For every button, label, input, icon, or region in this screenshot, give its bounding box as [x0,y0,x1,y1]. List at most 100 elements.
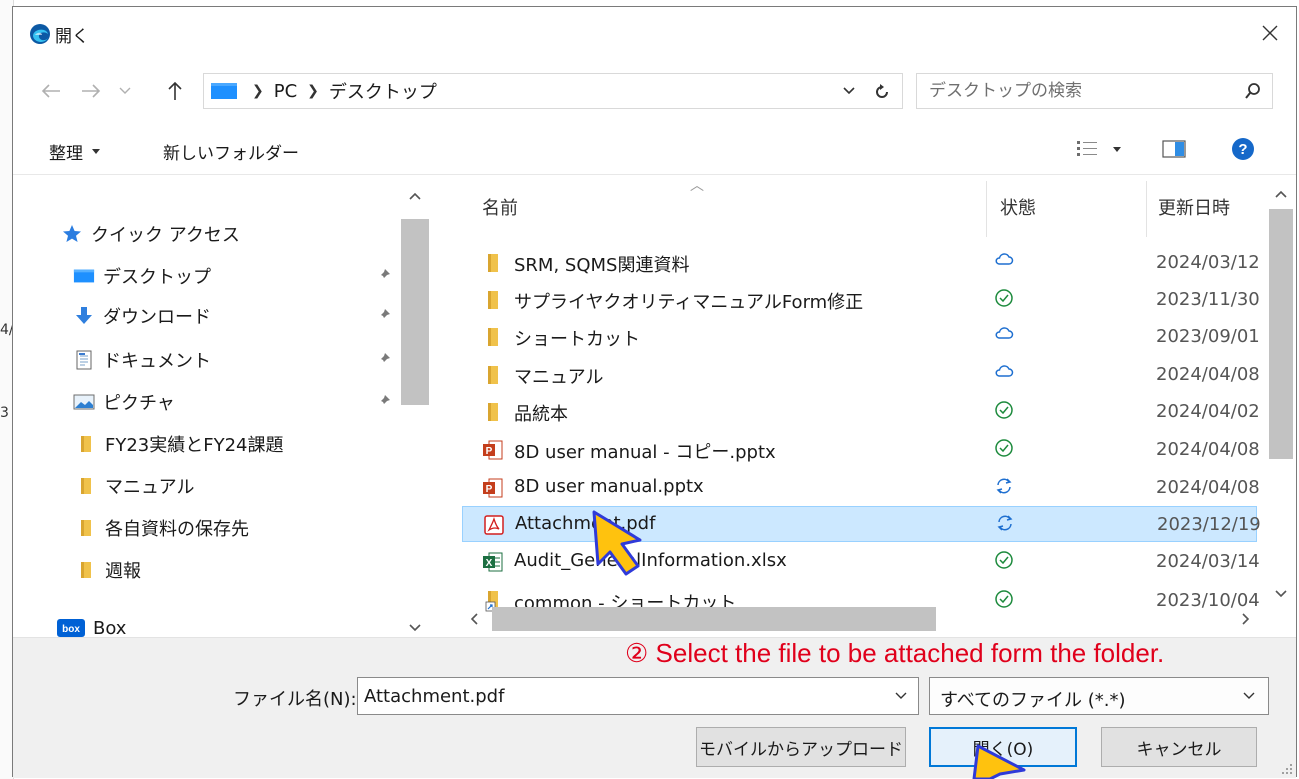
folder-icon [75,434,97,454]
refresh-icon [875,84,888,98]
file-row[interactable]: マニュアル 2024/04/08 [462,357,1260,393]
pointer-arrow-icon [592,510,642,576]
nav-item-label: ピクチャ [103,393,175,414]
nav-item-folder-weekly[interactable]: 週報 [75,553,415,587]
recent-locations-button[interactable] [117,79,133,103]
preview-pane-button[interactable] [1161,137,1187,165]
nav-item-downloads[interactable]: ダウンロード [73,299,413,333]
synced-status-icon [994,550,1014,574]
close-button[interactable] [1250,15,1290,51]
scrollbar-thumb[interactable] [401,219,429,405]
search-input[interactable] [917,74,1227,108]
view-options-button[interactable] [1075,137,1125,165]
breadcrumb-desktop[interactable]: デスクトップ [329,78,437,104]
file-name: 8D user manual.pptx [514,476,704,497]
file-row[interactable]: P 8D user manual - コピー.pptx 2024/04/08 [462,432,1260,468]
column-header-name[interactable]: 名前 [482,175,982,239]
nav-item-documents[interactable]: ドキュメント [73,343,413,377]
scrollbar-thumb[interactable] [492,607,936,631]
scrollbar-thumb[interactable] [1269,209,1293,459]
column-divider[interactable] [986,181,987,237]
pictures-icon [73,392,95,412]
new-folder-button[interactable]: 新しいフォルダー [163,139,299,164]
navigation-pane: クイック アクセス デスクトップ ダウンロード ドキュメント ピクチャ FY23… [13,175,459,641]
nav-item-quick-access[interactable]: クイック アクセス [61,217,401,251]
nav-item-desktop[interactable]: デスクトップ [73,259,413,293]
file-name: サプライヤクオリティマニュアルForm修正 [514,292,864,313]
file-row-selected[interactable]: Attachment.pdf 2023/12/19 [462,506,1261,542]
back-button[interactable] [39,79,63,103]
filename-combobox[interactable] [357,677,919,715]
nav-item-folder-manual[interactable]: マニュアル [75,469,415,503]
folder-icon [482,289,504,311]
help-button[interactable]: ? [1231,137,1255,165]
file-date: 2023/11/30 [1156,289,1260,310]
nav-item-label: FY23実績とFY24課題 [105,435,284,456]
nav-item-label: ダウンロード [103,307,211,328]
navigation-pane-scrollbar[interactable] [401,183,429,641]
chevron-down-icon[interactable] [894,689,908,703]
scroll-down-button[interactable] [1269,581,1293,607]
chevron-left-icon [470,613,478,625]
resize-grip-icon[interactable] [1281,763,1293,775]
arrow-left-icon [41,84,60,98]
chevron-down-icon [119,87,131,94]
folder-icon [482,364,504,386]
upload-from-mobile-button[interactable]: モバイルからアップロード [696,727,906,767]
file-date: 2024/04/08 [1156,364,1260,385]
column-header-label: 名前 [482,198,518,219]
powerpoint-file-icon: P [482,477,504,499]
filename-input[interactable] [358,678,878,714]
column-header-status[interactable]: 状態 [1000,175,1140,239]
up-button[interactable] [163,79,187,103]
nav-item-label: 各自資料の保存先 [105,519,249,540]
file-row[interactable]: SRM, SQMS関連資料 2024/03/12 [462,245,1260,281]
file-row[interactable]: P 8D user manual.pptx 2024/04/08 [462,470,1260,506]
nav-item-folder-fy23[interactable]: FY23実績とFY24課題 [75,427,415,461]
chevron-down-icon [1243,692,1255,699]
scroll-right-button[interactable] [1234,607,1258,631]
file-row[interactable]: X Audit_GeneralInformation.xlsx 2024/03/… [462,544,1260,580]
svg-text:P: P [486,446,493,457]
scroll-up-button[interactable] [401,183,429,209]
breadcrumb-pc[interactable]: PC [274,81,297,102]
edge-icon [30,24,50,44]
file-list-horizontal-scrollbar[interactable] [460,605,1263,633]
organize-menu[interactable]: 整理 [49,139,101,164]
document-icon [73,350,95,370]
file-row[interactable]: サプライヤクオリティマニュアルForm修正 2023/11/30 [462,282,1260,318]
dialog-titlebar: 開く [13,7,1296,59]
arrow-up-icon [168,81,182,100]
star-icon [61,224,83,244]
file-name: マニュアル [514,367,604,388]
folder-icon [482,326,504,348]
forward-button[interactable] [79,79,103,103]
nav-item-pictures[interactable]: ピクチャ [73,385,413,419]
search-icon [1245,83,1260,99]
organize-label: 整理 [49,144,83,164]
nav-item-label: 週報 [105,561,141,582]
help-icon: ? [1232,138,1254,160]
refresh-button[interactable] [866,77,896,107]
download-icon [73,306,95,326]
column-divider[interactable] [1146,181,1147,237]
synced-status-icon [994,438,1014,462]
file-list: ︿ 名前 状態 更新日時 SRM, SQMS関連資料 2024/03/12 サプ… [460,175,1263,641]
address-bar[interactable]: ❯ PC ❯ デスクトップ [203,73,903,109]
file-list-vertical-scrollbar[interactable] [1263,175,1297,605]
close-icon [1262,25,1278,41]
column-header-modified[interactable]: 更新日時 [1158,175,1263,239]
scroll-left-button[interactable] [462,607,486,631]
file-date: 2023/12/19 [1157,514,1261,535]
file-row[interactable]: 品統本 2024/04/02 [462,394,1260,430]
nav-item-folder-storage[interactable]: 各自資料の保存先 [75,511,415,545]
address-history-dropdown-icon[interactable] [840,82,858,100]
folder-icon [482,252,504,274]
scroll-up-button[interactable] [1269,181,1293,207]
search-box[interactable] [916,73,1273,109]
file-row[interactable]: ショートカット 2023/09/01 [462,319,1260,355]
cancel-button[interactable]: キャンセル [1101,727,1257,767]
file-date: 2024/04/08 [1156,439,1260,460]
filetype-select[interactable]: すべてのファイル (*.*) [929,677,1269,715]
file-date: 2024/03/14 [1156,551,1260,572]
